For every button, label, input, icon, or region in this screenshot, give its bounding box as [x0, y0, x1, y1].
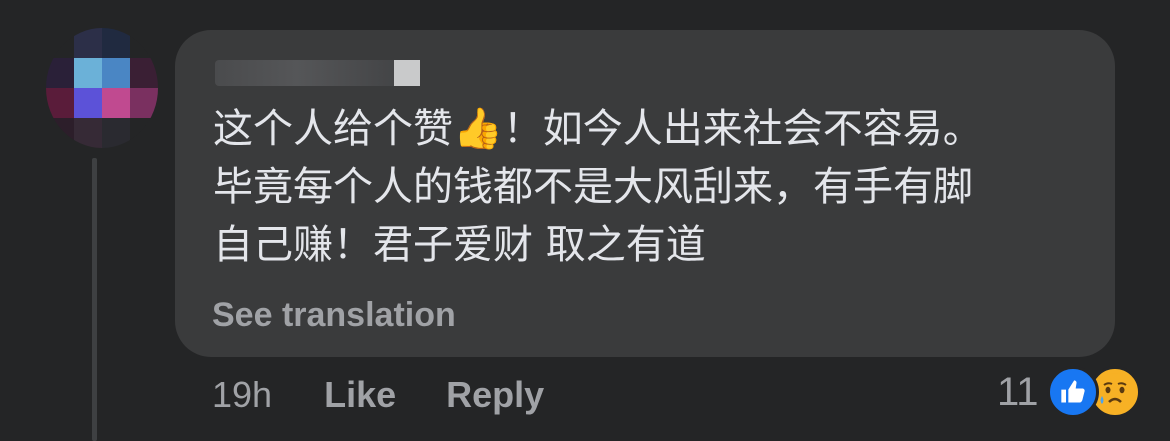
reaction-count: 11 — [997, 369, 1039, 414]
timestamp[interactable]: 19h — [212, 374, 272, 416]
author-name-redacted[interactable] — [215, 60, 420, 86]
like-icon — [1046, 366, 1099, 418]
avatar[interactable] — [46, 28, 158, 148]
comment-line-1-start: 这个人给个赞 — [213, 106, 453, 152]
reply-button[interactable]: Reply — [446, 374, 544, 416]
like-button[interactable]: Like — [324, 374, 396, 416]
comment-line-1-rest: ！如今人出来社会不容易。 — [502, 106, 983, 152]
comment-line-1: 这个人给个赞👍！如今人出来社会不容易。 — [213, 100, 1083, 158]
see-translation-link[interactable]: See translation — [212, 296, 456, 335]
comment-actions: 19h Like Reply — [212, 374, 594, 416]
comment-line-3: 自己赚！君子爱财 取之有道 — [213, 222, 706, 268]
avatar-pixelated-image — [46, 28, 158, 148]
comment-text: 这个人给个赞👍！如今人出来社会不容易。 毕竟每个人的钱都不是大风刮来，有手有脚 … — [213, 100, 1083, 274]
thread-line — [92, 158, 97, 441]
reactions-summary[interactable]: 11 — [997, 366, 1141, 418]
comment-line-2: 毕竟每个人的钱都不是大风刮来，有手有脚 — [213, 164, 973, 210]
redaction-block — [394, 60, 420, 86]
thumbs-up-emoji-icon: 👍 — [453, 106, 503, 152]
comment-bubble: 这个人给个赞👍！如今人出来社会不容易。 毕竟每个人的钱都不是大风刮来，有手有脚 … — [175, 30, 1115, 357]
